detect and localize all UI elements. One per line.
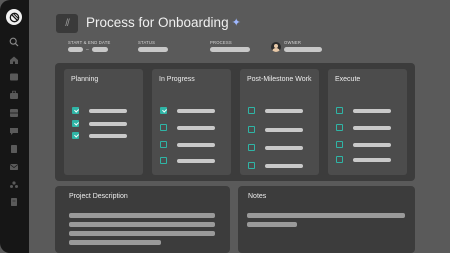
column-title: Planning bbox=[71, 76, 99, 83]
start-date-field[interactable] bbox=[68, 47, 83, 52]
briefcase-icon[interactable] bbox=[9, 90, 19, 100]
avatar[interactable] bbox=[271, 42, 281, 52]
task-placeholder bbox=[177, 108, 215, 113]
task-item[interactable] bbox=[248, 107, 314, 115]
task-placeholder bbox=[177, 142, 215, 147]
people-icon[interactable] bbox=[9, 180, 19, 190]
task-placeholder bbox=[265, 108, 303, 113]
checkbox[interactable] bbox=[160, 107, 167, 114]
task-item[interactable] bbox=[160, 157, 226, 165]
task-placeholder bbox=[177, 125, 215, 130]
task-placeholder bbox=[89, 133, 127, 138]
text-placeholder bbox=[247, 213, 405, 218]
dates-label: START & END DATE bbox=[68, 40, 111, 45]
checkbox[interactable] bbox=[248, 126, 255, 133]
app-logo-icon[interactable] bbox=[6, 9, 22, 25]
search-icon[interactable] bbox=[9, 37, 19, 47]
mail-icon[interactable] bbox=[9, 162, 19, 172]
task-item[interactable] bbox=[160, 107, 226, 115]
status-field[interactable] bbox=[138, 47, 168, 52]
task-placeholder bbox=[177, 158, 215, 163]
task-item[interactable] bbox=[336, 141, 402, 149]
column-title: Post-Milestone Work bbox=[247, 76, 312, 83]
checkbox[interactable] bbox=[248, 144, 255, 151]
text-placeholder bbox=[69, 222, 215, 227]
task-placeholder bbox=[89, 121, 127, 126]
checkbox[interactable] bbox=[160, 124, 167, 131]
column-execute[interactable]: Execute bbox=[328, 69, 407, 175]
task-item[interactable] bbox=[160, 141, 226, 149]
checkbox[interactable] bbox=[336, 156, 343, 163]
column-in-progress[interactable]: In Progress bbox=[152, 69, 231, 175]
owner-label: OWNER bbox=[284, 40, 302, 45]
page-title: Process for Onboarding ✦ bbox=[86, 15, 241, 30]
text-placeholder bbox=[69, 240, 161, 245]
panel-title: Notes bbox=[248, 193, 267, 200]
process-field[interactable] bbox=[210, 47, 250, 52]
task-item[interactable] bbox=[248, 126, 314, 134]
checkbox[interactable] bbox=[248, 162, 255, 169]
checkbox[interactable] bbox=[160, 157, 167, 164]
chat-icon[interactable] bbox=[9, 126, 19, 136]
column-title: In Progress bbox=[159, 76, 195, 83]
task-placeholder bbox=[353, 125, 391, 130]
project-description-panel[interactable]: Project Description bbox=[55, 186, 230, 253]
column-post-milestone[interactable]: Post-Milestone Work bbox=[240, 69, 319, 175]
checkbox[interactable] bbox=[336, 124, 343, 131]
text-placeholder bbox=[247, 222, 297, 227]
checkbox[interactable] bbox=[160, 141, 167, 148]
task-item[interactable] bbox=[72, 107, 138, 115]
column-planning[interactable]: Planning bbox=[64, 69, 143, 175]
task-item[interactable] bbox=[248, 144, 314, 152]
task-placeholder bbox=[353, 108, 391, 113]
column-title: Execute bbox=[335, 76, 361, 83]
panel-title: Project Description bbox=[69, 193, 128, 200]
status-label: STATUS bbox=[138, 40, 156, 45]
task-placeholder bbox=[265, 163, 303, 168]
task-item[interactable] bbox=[72, 120, 138, 128]
sidebar bbox=[0, 0, 29, 253]
checkbox[interactable] bbox=[72, 107, 79, 114]
end-date-field[interactable] bbox=[92, 47, 108, 52]
document-icon[interactable] bbox=[9, 144, 19, 154]
checkbox[interactable] bbox=[336, 141, 343, 148]
home-icon[interactable] bbox=[9, 55, 19, 65]
checkbox[interactable] bbox=[72, 132, 79, 139]
text-format-icon[interactable]: // bbox=[56, 14, 78, 33]
app-window: // Process for Onboarding ✦ START & END D… bbox=[0, 0, 450, 253]
task-item[interactable] bbox=[336, 107, 402, 115]
inbox-icon[interactable] bbox=[9, 72, 19, 82]
owner-field[interactable] bbox=[284, 47, 322, 52]
task-placeholder bbox=[353, 142, 391, 147]
notes-panel[interactable]: Notes bbox=[238, 186, 415, 253]
sparkle-icon[interactable]: ✦ bbox=[232, 16, 241, 29]
checkbox[interactable] bbox=[72, 120, 79, 127]
task-placeholder bbox=[265, 145, 303, 150]
checkbox[interactable] bbox=[248, 107, 255, 114]
task-item[interactable] bbox=[336, 156, 402, 164]
text-placeholder bbox=[69, 213, 215, 218]
kanban-board: Planning In Progress Post-Milestone Work… bbox=[55, 63, 415, 181]
text-placeholder bbox=[69, 231, 215, 236]
page-icon[interactable] bbox=[9, 197, 19, 207]
task-item[interactable] bbox=[160, 124, 226, 132]
process-label: PROCESS bbox=[210, 40, 232, 45]
checkbox[interactable] bbox=[336, 107, 343, 114]
date-separator: – bbox=[86, 47, 89, 53]
task-placeholder bbox=[89, 108, 127, 113]
task-item[interactable] bbox=[72, 132, 138, 140]
task-placeholder bbox=[353, 157, 391, 162]
task-item[interactable] bbox=[336, 124, 402, 132]
task-item[interactable] bbox=[248, 162, 314, 170]
task-placeholder bbox=[265, 127, 303, 132]
grid-icon[interactable] bbox=[9, 108, 19, 118]
